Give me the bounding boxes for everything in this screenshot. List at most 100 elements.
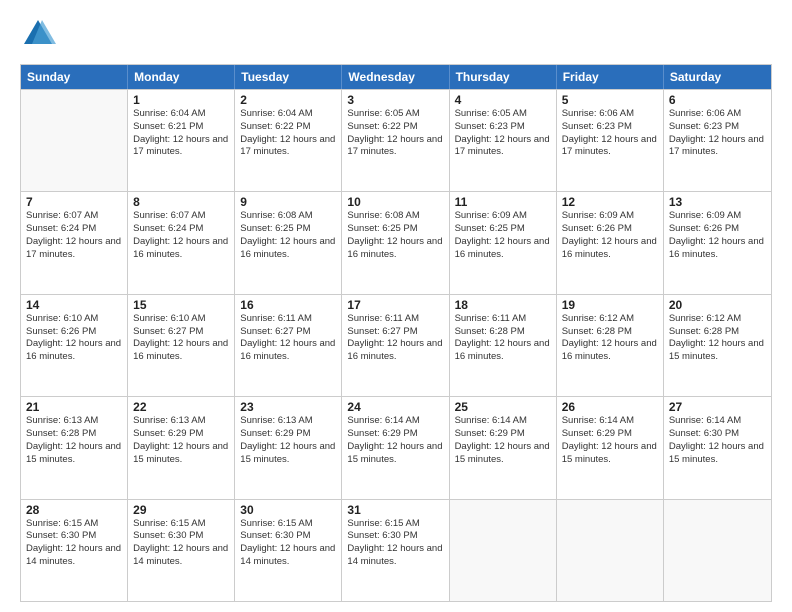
day-number: 27 [669,400,766,414]
calendar-cell: 24 Sunrise: 6:14 AMSunset: 6:29 PMDaylig… [342,397,449,498]
calendar-week-row: 28 Sunrise: 6:15 AMSunset: 6:30 PMDaylig… [21,499,771,601]
day-number: 29 [133,503,229,517]
day-info: Sunrise: 6:14 AMSunset: 6:29 PMDaylight:… [347,415,443,466]
day-info: Sunrise: 6:13 AMSunset: 6:29 PMDaylight:… [240,415,336,466]
calendar-cell: 23 Sunrise: 6:13 AMSunset: 6:29 PMDaylig… [235,397,342,498]
calendar-cell: 2 Sunrise: 6:04 AMSunset: 6:22 PMDayligh… [235,90,342,191]
day-info: Sunrise: 6:08 AMSunset: 6:25 PMDaylight:… [347,210,443,261]
calendar-cell: 27 Sunrise: 6:14 AMSunset: 6:30 PMDaylig… [664,397,771,498]
calendar-body: 1 Sunrise: 6:04 AMSunset: 6:21 PMDayligh… [21,89,771,601]
calendar-cell [664,500,771,601]
calendar-cell: 18 Sunrise: 6:11 AMSunset: 6:28 PMDaylig… [450,295,557,396]
calendar-cell: 1 Sunrise: 6:04 AMSunset: 6:21 PMDayligh… [128,90,235,191]
calendar-cell: 12 Sunrise: 6:09 AMSunset: 6:26 PMDaylig… [557,192,664,293]
day-number: 22 [133,400,229,414]
header [20,16,772,52]
calendar-cell: 5 Sunrise: 6:06 AMSunset: 6:23 PMDayligh… [557,90,664,191]
day-info: Sunrise: 6:12 AMSunset: 6:28 PMDaylight:… [669,313,766,364]
day-info: Sunrise: 6:15 AMSunset: 6:30 PMDaylight:… [240,518,336,569]
calendar-cell: 25 Sunrise: 6:14 AMSunset: 6:29 PMDaylig… [450,397,557,498]
day-number: 3 [347,93,443,107]
calendar-cell: 16 Sunrise: 6:11 AMSunset: 6:27 PMDaylig… [235,295,342,396]
calendar-cell: 26 Sunrise: 6:14 AMSunset: 6:29 PMDaylig… [557,397,664,498]
calendar-cell: 13 Sunrise: 6:09 AMSunset: 6:26 PMDaylig… [664,192,771,293]
page: SundayMondayTuesdayWednesdayThursdayFrid… [0,0,792,612]
logo [20,16,60,52]
calendar-cell: 10 Sunrise: 6:08 AMSunset: 6:25 PMDaylig… [342,192,449,293]
day-number: 5 [562,93,658,107]
calendar-cell: 31 Sunrise: 6:15 AMSunset: 6:30 PMDaylig… [342,500,449,601]
calendar-cell: 14 Sunrise: 6:10 AMSunset: 6:26 PMDaylig… [21,295,128,396]
day-info: Sunrise: 6:13 AMSunset: 6:29 PMDaylight:… [133,415,229,466]
calendar-cell: 6 Sunrise: 6:06 AMSunset: 6:23 PMDayligh… [664,90,771,191]
day-number: 26 [562,400,658,414]
day-info: Sunrise: 6:09 AMSunset: 6:25 PMDaylight:… [455,210,551,261]
cal-header-cell: Saturday [664,65,771,89]
day-info: Sunrise: 6:14 AMSunset: 6:29 PMDaylight:… [455,415,551,466]
calendar-cell: 15 Sunrise: 6:10 AMSunset: 6:27 PMDaylig… [128,295,235,396]
day-number: 9 [240,195,336,209]
cal-header-cell: Wednesday [342,65,449,89]
day-info: Sunrise: 6:14 AMSunset: 6:30 PMDaylight:… [669,415,766,466]
calendar-cell: 29 Sunrise: 6:15 AMSunset: 6:30 PMDaylig… [128,500,235,601]
day-info: Sunrise: 6:10 AMSunset: 6:26 PMDaylight:… [26,313,122,364]
day-info: Sunrise: 6:13 AMSunset: 6:28 PMDaylight:… [26,415,122,466]
day-info: Sunrise: 6:07 AMSunset: 6:24 PMDaylight:… [26,210,122,261]
calendar-cell: 3 Sunrise: 6:05 AMSunset: 6:22 PMDayligh… [342,90,449,191]
calendar-week-row: 7 Sunrise: 6:07 AMSunset: 6:24 PMDayligh… [21,191,771,293]
day-info: Sunrise: 6:11 AMSunset: 6:27 PMDaylight:… [347,313,443,364]
day-number: 2 [240,93,336,107]
day-number: 18 [455,298,551,312]
day-number: 19 [562,298,658,312]
logo-icon [20,16,56,52]
day-number: 16 [240,298,336,312]
calendar-cell: 28 Sunrise: 6:15 AMSunset: 6:30 PMDaylig… [21,500,128,601]
day-info: Sunrise: 6:06 AMSunset: 6:23 PMDaylight:… [562,108,658,159]
day-info: Sunrise: 6:06 AMSunset: 6:23 PMDaylight:… [669,108,766,159]
calendar-cell [21,90,128,191]
day-info: Sunrise: 6:14 AMSunset: 6:29 PMDaylight:… [562,415,658,466]
calendar-cell: 8 Sunrise: 6:07 AMSunset: 6:24 PMDayligh… [128,192,235,293]
calendar-cell [557,500,664,601]
cal-header-cell: Tuesday [235,65,342,89]
day-number: 10 [347,195,443,209]
day-number: 28 [26,503,122,517]
day-number: 21 [26,400,122,414]
cal-header-cell: Thursday [450,65,557,89]
day-number: 7 [26,195,122,209]
calendar-cell [450,500,557,601]
day-info: Sunrise: 6:04 AMSunset: 6:22 PMDaylight:… [240,108,336,159]
calendar-cell: 11 Sunrise: 6:09 AMSunset: 6:25 PMDaylig… [450,192,557,293]
day-number: 12 [562,195,658,209]
day-info: Sunrise: 6:15 AMSunset: 6:30 PMDaylight:… [347,518,443,569]
day-info: Sunrise: 6:07 AMSunset: 6:24 PMDaylight:… [133,210,229,261]
calendar-cell: 17 Sunrise: 6:11 AMSunset: 6:27 PMDaylig… [342,295,449,396]
day-info: Sunrise: 6:10 AMSunset: 6:27 PMDaylight:… [133,313,229,364]
day-number: 20 [669,298,766,312]
day-info: Sunrise: 6:15 AMSunset: 6:30 PMDaylight:… [26,518,122,569]
day-number: 15 [133,298,229,312]
day-info: Sunrise: 6:05 AMSunset: 6:22 PMDaylight:… [347,108,443,159]
calendar-cell: 19 Sunrise: 6:12 AMSunset: 6:28 PMDaylig… [557,295,664,396]
calendar-cell: 30 Sunrise: 6:15 AMSunset: 6:30 PMDaylig… [235,500,342,601]
day-number: 1 [133,93,229,107]
day-info: Sunrise: 6:05 AMSunset: 6:23 PMDaylight:… [455,108,551,159]
day-info: Sunrise: 6:11 AMSunset: 6:28 PMDaylight:… [455,313,551,364]
calendar-cell: 7 Sunrise: 6:07 AMSunset: 6:24 PMDayligh… [21,192,128,293]
calendar-cell: 4 Sunrise: 6:05 AMSunset: 6:23 PMDayligh… [450,90,557,191]
day-number: 14 [26,298,122,312]
calendar-week-row: 21 Sunrise: 6:13 AMSunset: 6:28 PMDaylig… [21,396,771,498]
day-info: Sunrise: 6:12 AMSunset: 6:28 PMDaylight:… [562,313,658,364]
day-number: 8 [133,195,229,209]
day-info: Sunrise: 6:08 AMSunset: 6:25 PMDaylight:… [240,210,336,261]
day-info: Sunrise: 6:09 AMSunset: 6:26 PMDaylight:… [669,210,766,261]
day-number: 31 [347,503,443,517]
day-info: Sunrise: 6:11 AMSunset: 6:27 PMDaylight:… [240,313,336,364]
calendar-cell: 22 Sunrise: 6:13 AMSunset: 6:29 PMDaylig… [128,397,235,498]
calendar-week-row: 14 Sunrise: 6:10 AMSunset: 6:26 PMDaylig… [21,294,771,396]
calendar-header-row: SundayMondayTuesdayWednesdayThursdayFrid… [21,65,771,89]
day-number: 13 [669,195,766,209]
day-number: 6 [669,93,766,107]
calendar-cell: 9 Sunrise: 6:08 AMSunset: 6:25 PMDayligh… [235,192,342,293]
cal-header-cell: Friday [557,65,664,89]
